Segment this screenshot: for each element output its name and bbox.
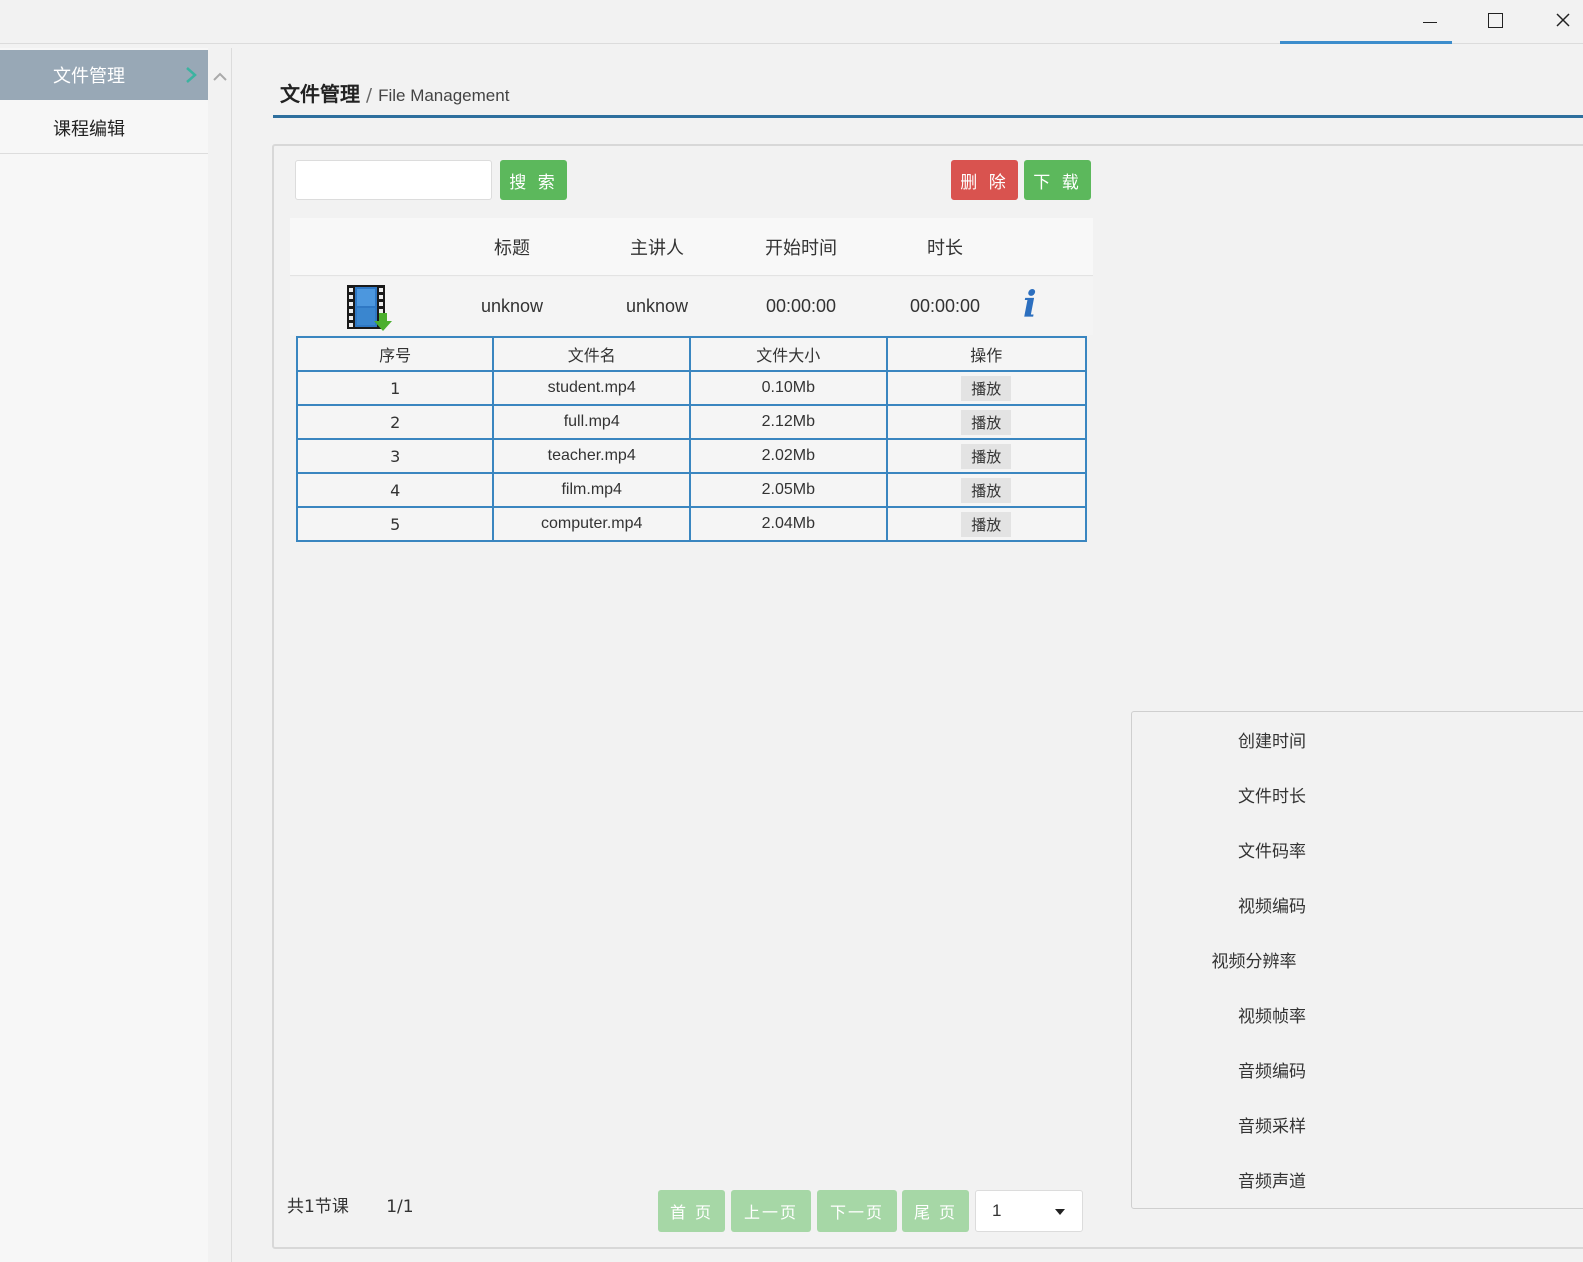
titlebar-accent [1280,41,1452,44]
breadcrumb: 文件管理 / File Management [280,78,509,107]
row-filename: teacher.mp4 [492,438,692,474]
table-row[interactable]: 4 film.mp4 2.05Mb 播放 [295,472,1088,508]
table-row[interactable]: 3 teacher.mp4 2.02Mb 播放 [295,438,1088,474]
course-duration: 00:00:00 [909,295,981,316]
play-button[interactable]: 播放 [961,375,1012,401]
row-action: 播放 [885,404,1088,440]
chevron-right-icon [186,67,197,83]
sidebar: 文件管理 课程编辑 [0,48,208,1262]
window-titlebar [0,0,1583,44]
prop-video-resolution: 视频分辨率 [1211,952,1297,972]
page-title: 文件管理 [280,82,360,106]
header-duration: 时长 [927,238,963,259]
row-index: 3 [295,438,495,474]
page-indicator: 1/1 [386,1197,414,1217]
total-courses: 共1节课 [287,1197,349,1217]
row-filename: film.mp4 [492,472,692,508]
page-select[interactable]: 1 [975,1190,1083,1232]
play-button[interactable]: 播放 [961,443,1012,469]
breadcrumb-separator: / [366,85,373,106]
prop-created-time: 创建时间 [1238,732,1306,752]
page-subtitle: File Management [378,86,510,105]
sidebar-scrollbar[interactable] [208,48,232,1262]
next-page-button[interactable]: 下一页 [817,1190,897,1232]
breadcrumb-divider [273,115,1583,118]
play-button[interactable]: 播放 [961,511,1012,537]
row-index: 5 [295,506,495,542]
course-table-header: 标题 主讲人 开始时间 时长 [290,218,1093,276]
row-index: 1 [295,370,495,406]
table-row[interactable]: 5 computer.mp4 2.04Mb 播放 [295,506,1088,542]
maximize-button[interactable] [1465,0,1525,40]
sidebar-item-label: 文件管理 [53,66,125,87]
row-filename: student.mp4 [492,370,692,406]
sidebar-item-course-edit[interactable]: 课程编辑 [0,102,208,154]
row-filename: full.mp4 [492,404,692,440]
file-table: 序号 文件名 文件大小 操作 1 student.mp4 0.10Mb 播放 2… [295,336,1088,542]
file-properties-panel: 创建时间 文件时长 文件码率 视频编码 视频分辨率 视频帧率 音频编码 音频采样… [1131,711,1583,1209]
table-row[interactable]: 2 full.mp4 2.12Mb 播放 [295,404,1088,440]
row-index: 2 [295,404,495,440]
row-filesize: 2.02Mb [689,438,888,474]
header-lecturer: 主讲人 [630,238,684,259]
course-title: unknow [480,295,544,316]
close-icon [1556,13,1570,27]
caret-down-icon [1055,1209,1065,1215]
row-action: 播放 [885,438,1088,474]
course-lecturer: unknow [625,295,689,316]
maximize-icon [1487,12,1503,28]
chevron-up-icon[interactable] [212,70,228,82]
first-page-button[interactable]: 首 页 [658,1190,725,1232]
row-action: 播放 [885,370,1088,406]
page-select-value: 1 [992,1201,1002,1220]
search-button[interactable]: 搜 索 [500,160,567,200]
row-filesize: 0.10Mb [689,370,888,406]
row-index: 4 [295,472,495,508]
row-action: 播放 [885,506,1088,542]
minimize-icon [1423,18,1437,23]
course-start-time: 00:00:00 [765,295,837,316]
prop-file-duration: 文件时长 [1238,787,1306,807]
sidebar-item-file-management[interactable]: 文件管理 [0,50,208,100]
row-filename: computer.mp4 [492,506,692,542]
header-index: 序号 [295,336,495,372]
row-filesize: 2.04Mb [689,506,888,542]
info-icon[interactable]: i [1023,287,1043,323]
header-filename: 文件名 [492,336,692,372]
prop-audio-codec: 音频编码 [1238,1062,1306,1082]
sidebar-item-label: 课程编辑 [53,118,125,140]
header-filesize: 文件大小 [689,336,888,372]
minimize-button[interactable] [1400,0,1460,40]
prop-file-bitrate: 文件码率 [1238,842,1306,862]
prev-page-button[interactable]: 上一页 [731,1190,811,1232]
header-start-time: 开始时间 [765,238,837,259]
file-table-header: 序号 文件名 文件大小 操作 [295,336,1088,372]
header-action: 操作 [885,336,1088,372]
row-filesize: 2.12Mb [689,404,888,440]
delete-button[interactable]: 删 除 [951,160,1018,200]
pager-info: 共1节课 1/1 [287,1192,446,1217]
last-page-button[interactable]: 尾 页 [902,1190,969,1232]
play-button[interactable]: 播放 [961,477,1012,503]
close-button[interactable] [1533,0,1583,40]
download-button[interactable]: 下 载 [1024,160,1091,200]
search-input[interactable] [295,160,492,200]
prop-audio-samplerate: 音频采样 [1238,1117,1306,1137]
video-file-icon [347,285,392,331]
course-row[interactable]: unknow unknow 00:00:00 00:00:00 i [290,277,1093,335]
prop-video-framerate: 视频帧率 [1238,1007,1306,1027]
table-row[interactable]: 1 student.mp4 0.10Mb 播放 [295,370,1088,406]
prop-audio-channels: 音频声道 [1238,1172,1306,1192]
header-title: 标题 [494,238,530,259]
row-filesize: 2.05Mb [689,472,888,508]
row-action: 播放 [885,472,1088,508]
play-button[interactable]: 播放 [961,409,1012,435]
prop-video-codec: 视频编码 [1238,897,1306,917]
